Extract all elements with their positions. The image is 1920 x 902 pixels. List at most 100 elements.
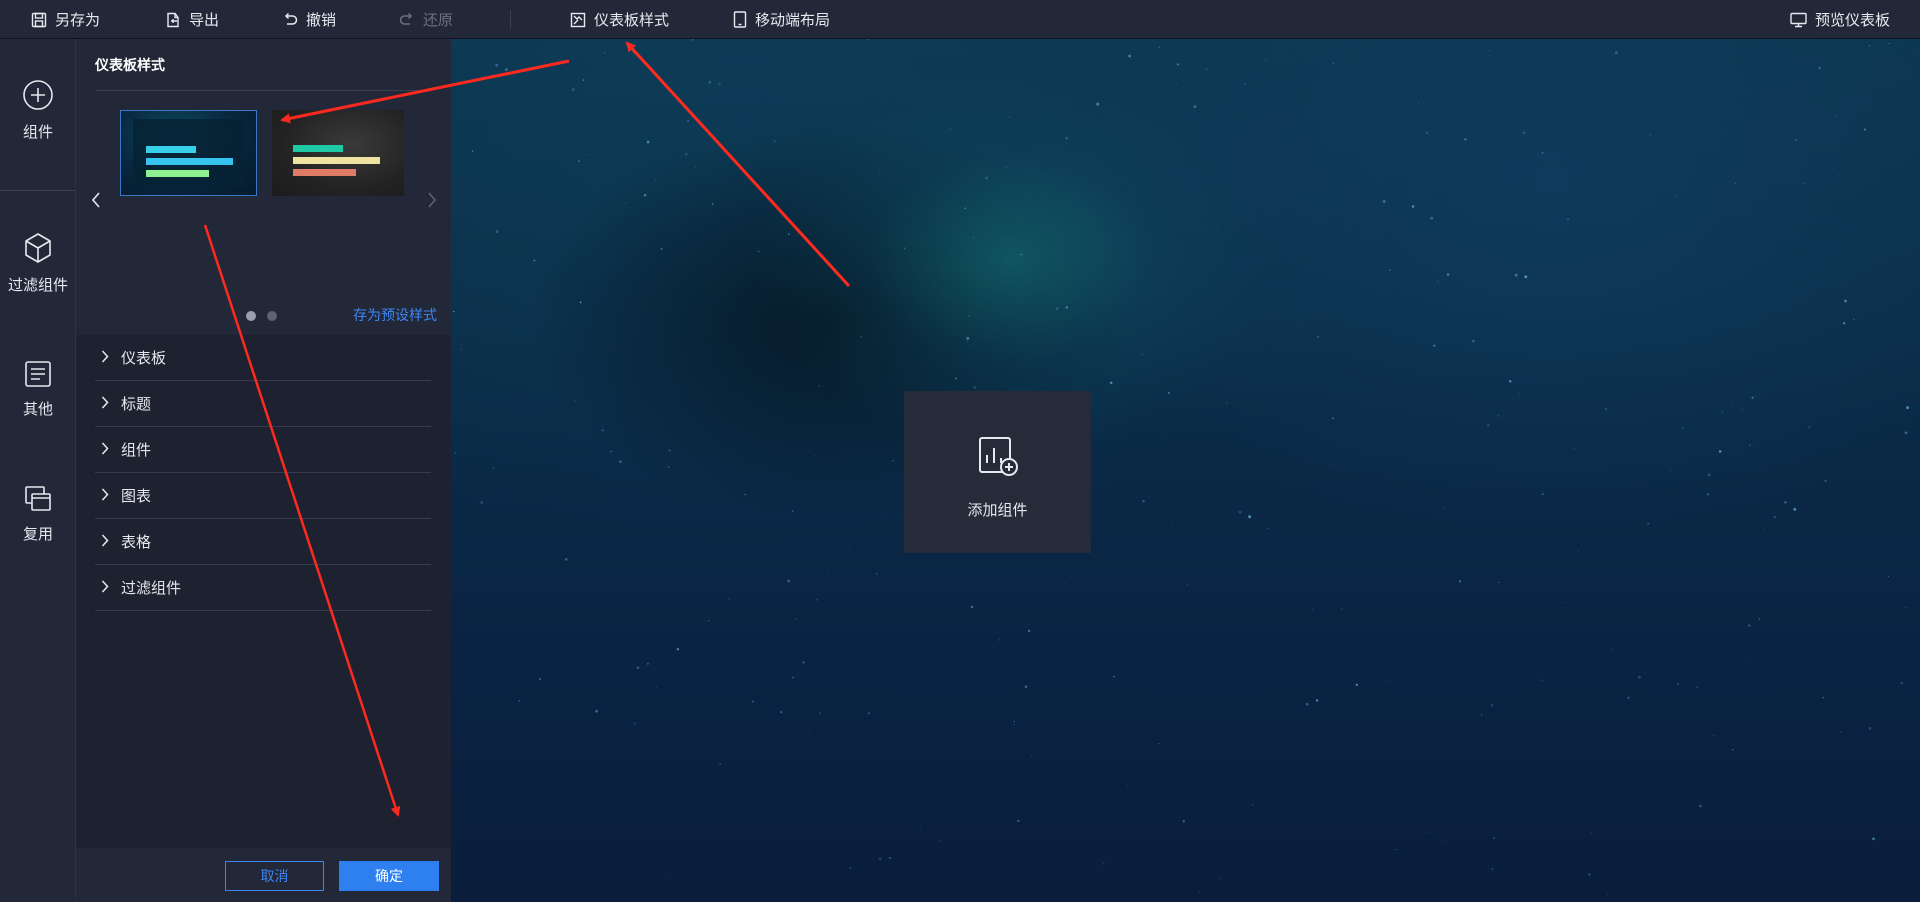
star bbox=[666, 322, 668, 324]
page-dot[interactable] bbox=[267, 311, 277, 321]
chevron-right-icon bbox=[101, 487, 109, 505]
dashboard-canvas[interactable]: 添加组件 bbox=[451, 39, 1920, 902]
star bbox=[972, 237, 975, 239]
star bbox=[595, 709, 599, 713]
star bbox=[1758, 618, 1761, 620]
star bbox=[878, 857, 882, 861]
star bbox=[1731, 748, 1734, 751]
star bbox=[711, 203, 714, 205]
star bbox=[610, 450, 613, 453]
star bbox=[579, 301, 582, 304]
star bbox=[1205, 68, 1208, 71]
dashboard-style-button[interactable]: 仪表板样式 bbox=[570, 0, 669, 39]
star bbox=[1524, 275, 1528, 279]
star bbox=[1746, 661, 1748, 663]
rail-item-reuse[interactable]: 复用 bbox=[0, 485, 76, 544]
next-preset-button[interactable] bbox=[421, 191, 443, 213]
star bbox=[1472, 339, 1475, 343]
star bbox=[808, 733, 810, 735]
star bbox=[601, 429, 604, 432]
star bbox=[495, 63, 499, 67]
prev-preset-button[interactable] bbox=[85, 191, 107, 213]
star bbox=[1332, 62, 1335, 65]
section-label: 过滤组件 bbox=[121, 579, 182, 597]
section-table[interactable]: 表格 bbox=[95, 519, 431, 565]
section-title[interactable]: 标题 bbox=[95, 381, 431, 427]
star bbox=[905, 569, 907, 571]
section-filter-components[interactable]: 过滤组件 bbox=[95, 565, 431, 611]
star bbox=[1176, 63, 1179, 66]
preset-bar bbox=[293, 157, 380, 164]
star bbox=[1514, 273, 1518, 277]
star bbox=[1243, 83, 1246, 86]
export-icon bbox=[165, 12, 181, 28]
star bbox=[518, 699, 521, 702]
star bbox=[849, 867, 852, 869]
star bbox=[1721, 411, 1724, 414]
mobile-layout-button[interactable]: 移动端布局 bbox=[733, 0, 830, 39]
add-widget-card[interactable]: 添加组件 bbox=[904, 391, 1091, 553]
star bbox=[646, 140, 650, 144]
add-widget-label: 添加组件 bbox=[967, 501, 1028, 519]
star bbox=[708, 80, 712, 84]
star bbox=[1395, 849, 1397, 850]
redo-button[interactable]: 还原 bbox=[399, 0, 453, 39]
star bbox=[1008, 116, 1011, 119]
section-dashboard[interactable]: 仪表板 bbox=[95, 335, 431, 381]
confirm-button[interactable]: 确定 bbox=[339, 861, 439, 891]
star bbox=[1490, 546, 1492, 548]
document-icon bbox=[24, 360, 52, 388]
style-preset-dark-gray[interactable] bbox=[272, 110, 404, 196]
rail-label-filter-components: 过滤组件 bbox=[7, 276, 68, 294]
star bbox=[1166, 434, 1168, 436]
export-button[interactable]: 导出 bbox=[165, 0, 219, 39]
star bbox=[1267, 527, 1269, 529]
section-chart[interactable]: 图表 bbox=[95, 473, 431, 519]
star bbox=[1690, 279, 1692, 281]
star bbox=[460, 348, 463, 351]
star bbox=[1755, 335, 1757, 337]
star bbox=[1843, 322, 1846, 325]
save-as-button[interactable]: 另存为 bbox=[31, 0, 100, 39]
star bbox=[636, 666, 640, 670]
star bbox=[973, 386, 976, 389]
copy-window-icon bbox=[24, 485, 52, 513]
star bbox=[787, 233, 790, 235]
section-label: 组件 bbox=[121, 441, 152, 459]
star bbox=[624, 202, 626, 204]
star bbox=[1385, 680, 1387, 682]
star bbox=[1013, 723, 1015, 725]
preset-bar bbox=[293, 169, 356, 176]
rail-item-other[interactable]: 其他 bbox=[0, 360, 76, 419]
star bbox=[1100, 50, 1102, 52]
star bbox=[892, 459, 894, 462]
undo-button[interactable]: 撤销 bbox=[282, 0, 336, 39]
star bbox=[1573, 447, 1576, 450]
style-preset-dark-blue[interactable] bbox=[120, 110, 257, 196]
star bbox=[867, 39, 869, 40]
preview-dashboard-button[interactable]: 预览仪表板 bbox=[1790, 0, 1890, 39]
star bbox=[780, 711, 783, 714]
star bbox=[1102, 863, 1105, 865]
star bbox=[819, 712, 821, 714]
star bbox=[1497, 415, 1500, 417]
section-component[interactable]: 组件 bbox=[95, 427, 431, 473]
star bbox=[1065, 306, 1068, 309]
star bbox=[1170, 522, 1172, 524]
rail-item-components[interactable]: 组件 bbox=[0, 79, 76, 142]
page-dot[interactable] bbox=[246, 311, 256, 321]
star bbox=[1835, 115, 1838, 117]
star bbox=[1676, 682, 1680, 685]
cancel-button[interactable]: 取消 bbox=[225, 861, 324, 891]
chevron-right-icon bbox=[101, 395, 109, 413]
star bbox=[1389, 269, 1391, 271]
star bbox=[1142, 500, 1145, 503]
star bbox=[867, 712, 870, 715]
star bbox=[791, 510, 794, 512]
monitor-icon bbox=[1790, 12, 1807, 28]
rail-item-filter-components[interactable]: 过滤组件 bbox=[0, 232, 76, 295]
save-as-preset-link[interactable]: 存为预设样式 bbox=[353, 305, 437, 325]
preset-bar bbox=[146, 146, 196, 153]
star bbox=[1604, 407, 1608, 411]
star bbox=[1480, 714, 1483, 716]
